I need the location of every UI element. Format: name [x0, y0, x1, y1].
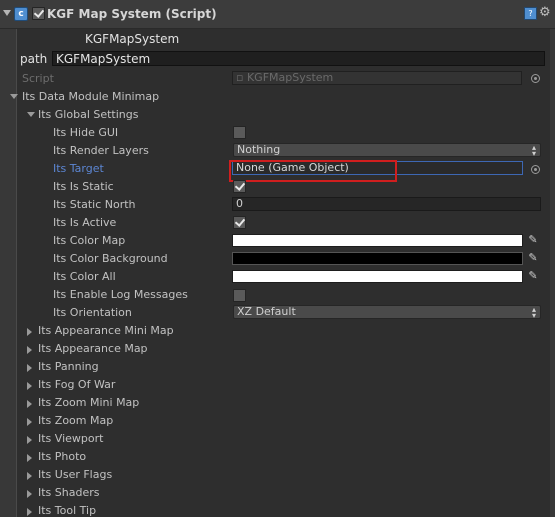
- script-icon: c: [14, 7, 28, 21]
- color-background-label: Its Color Background: [53, 252, 168, 265]
- path-label: path: [20, 52, 48, 66]
- script-file-icon: ▫: [236, 71, 244, 84]
- eyedropper-icon[interactable]: ✎: [526, 269, 540, 283]
- component-title: KGF Map System (Script): [47, 7, 217, 21]
- dropdown-arrows-icon: ▴ ▾: [531, 305, 536, 320]
- is-static-checkbox[interactable]: [233, 180, 246, 193]
- orientation-label: Its Orientation: [53, 306, 132, 319]
- color-all-label: Its Color All: [53, 270, 116, 283]
- chevron-right-icon: [27, 508, 32, 516]
- path-field[interactable]: KGFMapSystem: [52, 51, 545, 66]
- color-background-swatch[interactable]: [232, 252, 523, 265]
- foldout-icon[interactable]: [3, 10, 11, 16]
- chevron-right-icon: [27, 382, 32, 390]
- component-header: c KGF Map System (Script) ? ⚙: [0, 0, 555, 29]
- component-name: KGFMapSystem: [85, 32, 180, 46]
- chevron-right-icon: [27, 454, 32, 462]
- orientation-dropdown[interactable]: XZ Default ▴ ▾: [233, 305, 541, 320]
- chevron-right-icon: [27, 472, 32, 480]
- render-layers-label: Its Render Layers: [53, 144, 149, 157]
- color-map-label: Its Color Map: [53, 234, 126, 247]
- target-label: Its Target: [53, 162, 104, 175]
- enable-log-label: Its Enable Log Messages: [53, 288, 188, 301]
- chevron-right-icon: [27, 364, 32, 372]
- target-highlight-box: [229, 160, 397, 182]
- script-picker-icon: [531, 74, 540, 83]
- script-field: ▫ KGFMapSystem: [232, 71, 522, 85]
- is-active-label: Its Is Active: [53, 216, 117, 229]
- target-picker-icon[interactable]: [531, 165, 540, 174]
- eyedropper-icon[interactable]: ✎: [526, 251, 540, 265]
- eyedropper-icon[interactable]: ✎: [526, 233, 540, 247]
- chevron-right-icon: [27, 490, 32, 498]
- data-module-label[interactable]: Its Data Module Minimap: [22, 90, 159, 103]
- chevron-right-icon: [27, 346, 32, 354]
- render-layers-dropdown[interactable]: Nothing ▴ ▾: [233, 143, 541, 158]
- is-static-label: Its Is Static: [53, 180, 114, 193]
- enable-log-checkbox[interactable]: [233, 289, 246, 302]
- is-active-checkbox[interactable]: [233, 216, 246, 229]
- script-label: Script: [22, 72, 54, 85]
- chevron-right-icon: [27, 328, 32, 336]
- global-settings-foldout-icon[interactable]: [27, 112, 35, 117]
- data-module-foldout-icon[interactable]: [10, 94, 18, 99]
- help-icon[interactable]: ?: [524, 7, 537, 20]
- chevron-right-icon: [27, 436, 32, 444]
- static-north-field[interactable]: 0: [232, 197, 541, 211]
- chevron-right-icon: [27, 418, 32, 426]
- color-all-swatch[interactable]: [232, 270, 523, 283]
- hide-gui-checkbox[interactable]: [233, 126, 246, 139]
- hide-gui-label: Its Hide GUI: [53, 126, 119, 139]
- global-settings-label[interactable]: Its Global Settings: [38, 108, 139, 121]
- dropdown-arrows-icon: ▴ ▾: [531, 143, 536, 158]
- static-north-label: Its Static North: [53, 198, 136, 211]
- gear-icon[interactable]: ⚙: [539, 6, 551, 19]
- color-map-swatch[interactable]: [232, 234, 523, 247]
- component-enabled-checkbox[interactable]: [32, 7, 45, 20]
- chevron-right-icon: [27, 400, 32, 408]
